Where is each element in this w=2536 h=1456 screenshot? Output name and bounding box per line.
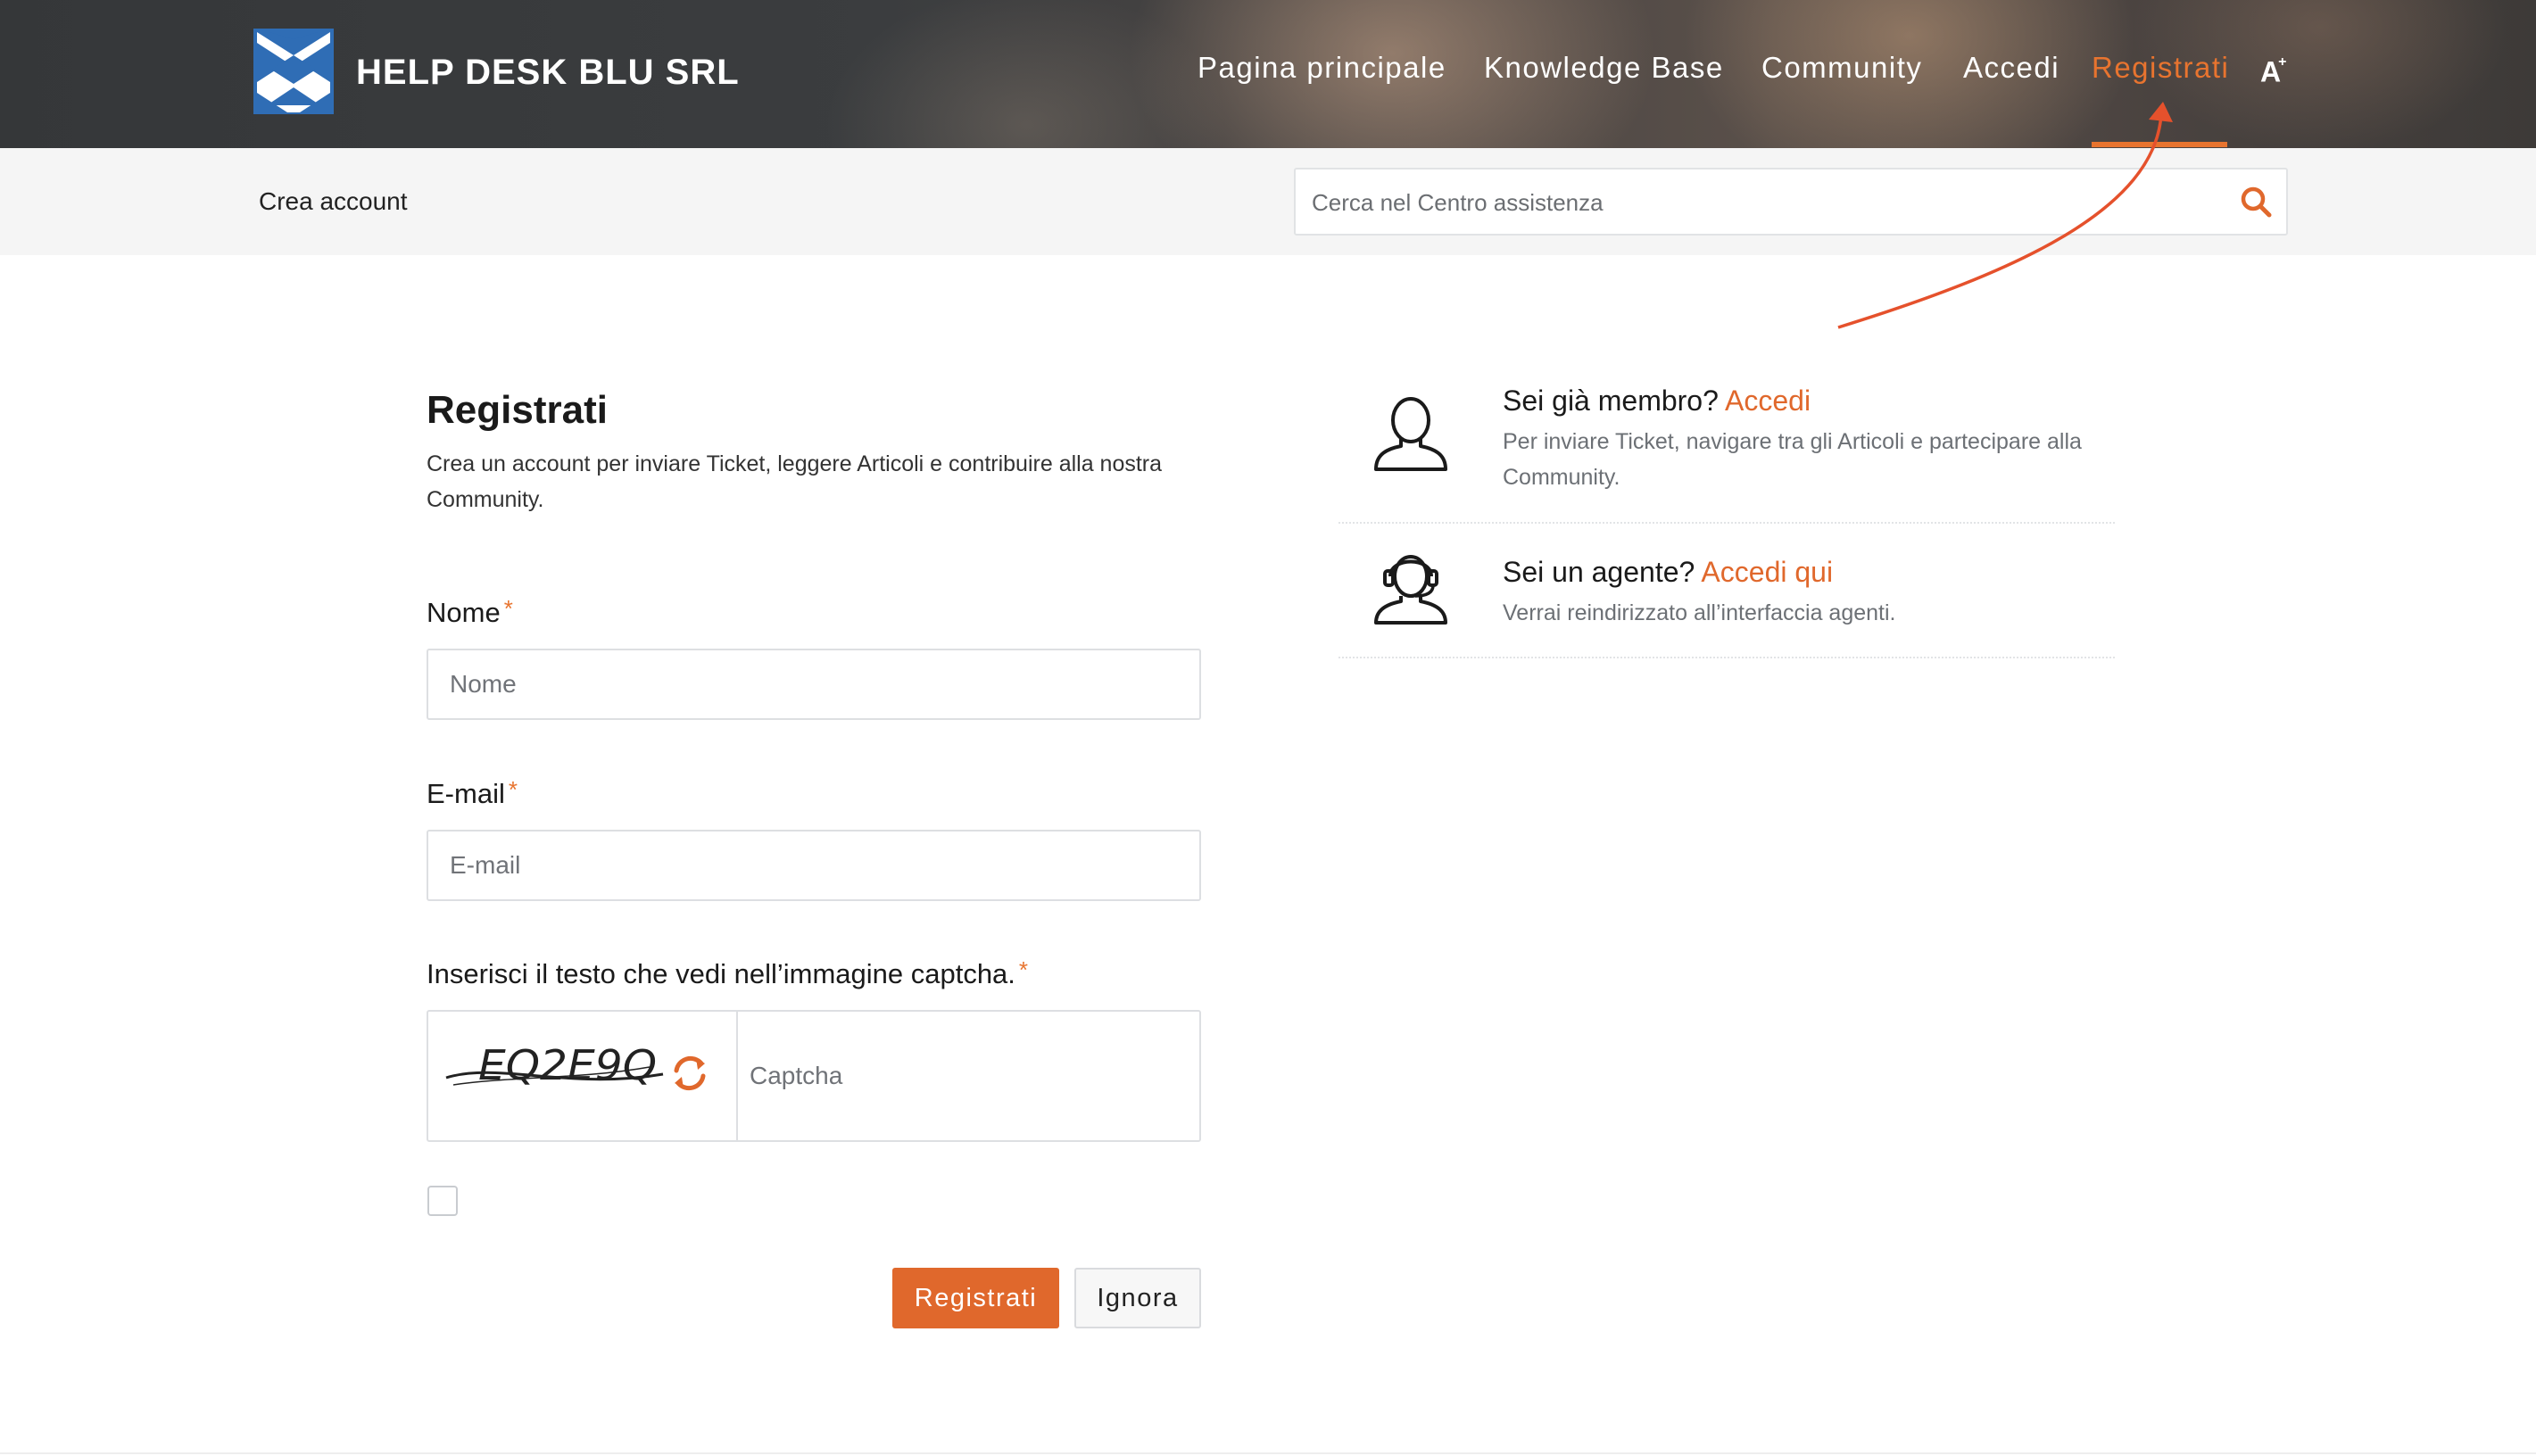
captcha-box: EQ2E9Q: [427, 1010, 1201, 1142]
agent-login-link[interactable]: Accedi qui: [1701, 556, 1833, 588]
member-description: Per inviare Ticket, navigare tra gli Art…: [1503, 429, 2082, 490]
page-subtitle: Crea un account per inviare Ticket, legg…: [427, 451, 1163, 512]
refresh-icon[interactable]: [669, 1053, 710, 1094]
search-box[interactable]: [1294, 168, 2288, 236]
captcha-label: Inserisci il testo che vedi nell’immagin…: [427, 955, 1028, 994]
nav-registrati[interactable]: Registrati: [2092, 46, 2229, 89]
footer-divider: [0, 1452, 2536, 1454]
font-size-toggle-icon[interactable]: A+: [2260, 50, 2292, 88]
agent-question: Sei un agente?: [1503, 556, 1695, 588]
required-asterisk: *: [1018, 956, 1029, 983]
name-label: Nome *: [427, 593, 513, 633]
divider: [1338, 657, 2115, 658]
required-asterisk: *: [503, 595, 513, 622]
nav-accedi[interactable]: Accedi: [1963, 46, 2059, 89]
email-label: E-mail *: [427, 774, 518, 814]
agent-description: Verrai reindirizzato all’interfaccia age…: [1503, 600, 1896, 625]
search-input[interactable]: [1312, 184, 2213, 221]
captcha-input[interactable]: [750, 1047, 1178, 1104]
blue-cross-logo[interactable]: [253, 29, 334, 114]
sub-header: Crea account: [0, 148, 2536, 255]
breadcrumb: Crea account: [259, 187, 408, 215]
required-asterisk: *: [508, 776, 518, 803]
name-field[interactable]: [427, 649, 1201, 720]
name-label-text: Nome: [427, 597, 501, 628]
captcha-image: EQ2E9Q: [445, 1041, 664, 1089]
agreement-checkbox[interactable]: [427, 1186, 458, 1216]
email-label-text: E-mail: [427, 778, 505, 809]
nav-active-underline: [2092, 142, 2227, 147]
member-question: Sei già membro?: [1503, 385, 1719, 417]
user-icon: [1374, 397, 1447, 471]
member-login-link[interactable]: Accedi: [1725, 385, 1811, 417]
page-title: Registrati: [427, 388, 608, 432]
ignore-button[interactable]: Ignora: [1074, 1268, 1201, 1328]
nav-pagina-principale[interactable]: Pagina principale: [1198, 46, 1446, 89]
captcha-image-text: EQ2E9Q: [478, 1041, 657, 1089]
nav-community[interactable]: Community: [1761, 46, 1922, 89]
agent-title: Sei un agente? Accedi qui: [1503, 552, 1833, 592]
email-field[interactable]: [427, 830, 1201, 901]
headset-agent-icon: [1374, 555, 1447, 625]
register-submit-button[interactable]: Registrati: [892, 1268, 1059, 1328]
top-header: HELP DESK BLU SRL Pagina principale Know…: [0, 0, 2536, 148]
member-title: Sei già membro? Accedi: [1503, 381, 1811, 420]
brand-name[interactable]: HELP DESK BLU SRL: [356, 49, 740, 95]
font-size-toggle-plus: +: [2278, 54, 2287, 70]
search-icon[interactable]: [2240, 186, 2274, 219]
divider: [1338, 522, 2115, 524]
nav-knowledge-base[interactable]: Knowledge Base: [1484, 46, 1724, 89]
captcha-label-text: Inserisci il testo che vedi nell’immagin…: [427, 958, 1015, 989]
captcha-divider: [736, 1012, 738, 1140]
